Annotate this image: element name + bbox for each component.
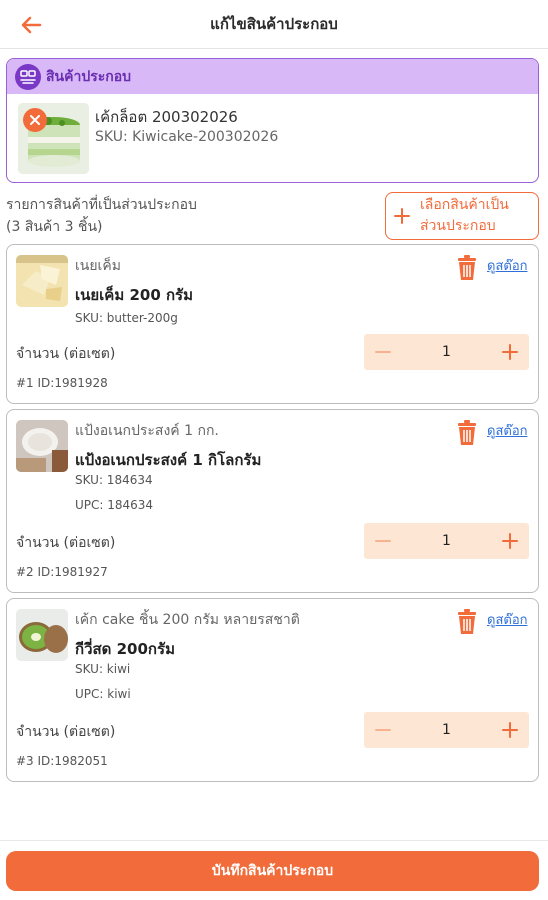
component-item: เค้ก cake ชิ้น 200 กรัม หลายรสชาติ กีวี่… <box>6 598 539 782</box>
component-upc: UPC: 184634 <box>75 498 154 512</box>
component-item: เนยเค็ม เนยเค็ม 200 กรัม SKU: butter-200… <box>6 244 539 404</box>
top-bar: แก้ไขสินค้าประกอบ <box>0 0 548 49</box>
component-id: #2 ID:1981927 <box>16 565 108 579</box>
bundle-section-header: สินค้าประกอบ <box>7 59 538 94</box>
plus-icon <box>502 533 518 549</box>
trash-icon <box>458 609 476 634</box>
decrease-quantity-button[interactable] <box>364 334 402 370</box>
page-title: แก้ไขสินค้าประกอบ <box>210 15 338 33</box>
delete-component-button[interactable] <box>456 609 478 635</box>
product-image <box>18 103 89 174</box>
select-button-label-line1: เลือกสินค้าเป็น <box>420 197 509 213</box>
quantity-value[interactable]: 1 <box>402 523 491 559</box>
quantity-label: จำนวน (ต่อเซต) <box>16 535 116 551</box>
component-id: #3 ID:1982051 <box>16 754 108 768</box>
quantity-stepper: 1 <box>364 334 529 370</box>
increase-quantity-button[interactable] <box>491 523 529 559</box>
view-stock-link[interactable]: ดูสต๊อก <box>487 420 528 441</box>
product-sku: SKU: Kiwicake-200302026 <box>95 129 279 145</box>
product-name: เค้กล็อต 200302026 <box>95 108 238 126</box>
bundle-section-label: สินค้าประกอบ <box>46 68 132 85</box>
save-bundle-button[interactable]: บันทึกสินค้าประกอบ <box>6 851 539 891</box>
bundle-product-card: สินค้าประกอบ เค้กล็อต 200302026 SKU: Kiw… <box>6 58 539 183</box>
component-group-name: แป้งอเนกประสงค์ 1 กก. <box>75 423 219 439</box>
minus-icon <box>375 540 391 542</box>
arrow-left-icon <box>21 16 42 34</box>
component-sku: SKU: butter-200g <box>75 311 178 325</box>
select-component-button[interactable]: เลือกสินค้าเป็น ส่วนประกอบ <box>385 192 539 240</box>
remove-product-button[interactable] <box>23 108 47 132</box>
increase-quantity-button[interactable] <box>491 712 529 748</box>
quantity-stepper: 1 <box>364 523 529 559</box>
close-icon <box>30 115 40 125</box>
delete-component-button[interactable] <box>456 420 478 446</box>
component-image <box>16 420 68 472</box>
plus-icon <box>502 344 518 360</box>
component-item: แป้งอเนกประสงค์ 1 กก. แป้งอเนกประสงค์ 1 … <box>6 409 539 593</box>
plus-icon <box>502 722 518 738</box>
component-name: แป้งอเนกประสงค์ 1 กิโลกรัม <box>75 451 262 469</box>
component-name: กีวี่สด 200กรัม <box>75 640 175 658</box>
components-title: รายการสินค้าที่เป็นส่วนประกอบ <box>6 197 197 213</box>
component-id: #1 ID:1981928 <box>16 376 108 390</box>
quantity-label: จำนวน (ต่อเซต) <box>16 724 116 740</box>
increase-quantity-button[interactable] <box>491 334 529 370</box>
bundle-icon <box>15 63 41 90</box>
minus-icon <box>375 729 391 731</box>
back-button[interactable] <box>16 10 46 40</box>
quantity-label: จำนวน (ต่อเซต) <box>16 346 116 362</box>
quantity-value[interactable]: 1 <box>402 712 491 748</box>
trash-icon <box>458 420 476 445</box>
component-group-name: เนยเค็ม <box>75 258 121 274</box>
view-stock-link[interactable]: ดูสต๊อก <box>487 609 528 630</box>
quantity-stepper: 1 <box>364 712 529 748</box>
component-name: เนยเค็ม 200 กรัม <box>75 286 194 304</box>
delete-component-button[interactable] <box>456 255 478 281</box>
select-button-label-line2: ส่วนประกอบ <box>420 218 496 234</box>
components-count: (3 สินค้า 3 ชิ้น) <box>6 219 103 235</box>
decrease-quantity-button[interactable] <box>364 712 402 748</box>
plus-icon <box>386 207 418 225</box>
component-sku: SKU: kiwi <box>75 662 131 676</box>
trash-icon <box>458 255 476 280</box>
footer-bar: บันทึกสินค้าประกอบ <box>0 840 548 900</box>
quantity-value[interactable]: 1 <box>402 334 491 370</box>
component-image <box>16 255 68 307</box>
minus-icon <box>375 351 391 353</box>
component-sku: SKU: 184634 <box>75 473 153 487</box>
component-group-name: เค้ก cake ชิ้น 200 กรัม หลายรสชาติ <box>75 612 300 628</box>
view-stock-link[interactable]: ดูสต๊อก <box>487 255 528 276</box>
component-image <box>16 609 68 661</box>
decrease-quantity-button[interactable] <box>364 523 402 559</box>
components-header: รายการสินค้าที่เป็นส่วนประกอบ (3 สินค้า … <box>6 192 539 242</box>
component-upc: UPC: kiwi <box>75 687 131 701</box>
